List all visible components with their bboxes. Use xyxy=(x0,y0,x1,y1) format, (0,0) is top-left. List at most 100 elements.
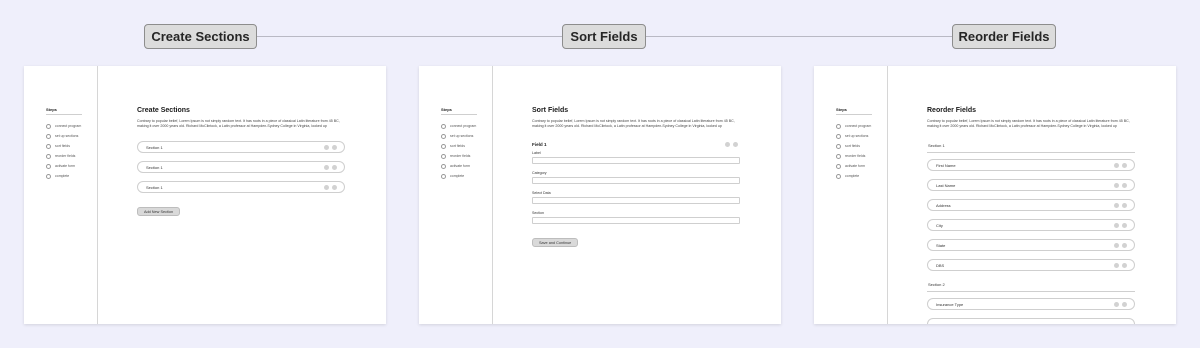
sidebar-steps: connect program set up sections sort fie… xyxy=(441,121,476,181)
delete-icon[interactable] xyxy=(733,141,738,147)
edit-icon[interactable] xyxy=(1114,222,1119,228)
edit-icon[interactable] xyxy=(324,164,329,170)
delete-icon[interactable] xyxy=(1122,222,1127,228)
section-heading: Section 1 xyxy=(928,143,945,148)
edit-icon[interactable] xyxy=(324,184,329,190)
sidebar-item-sort-fields[interactable]: sort fields xyxy=(46,141,81,151)
sidebar-item-activate-form[interactable]: activate form xyxy=(46,161,81,171)
step-radio-icon xyxy=(46,153,51,159)
section-divider xyxy=(927,152,1135,153)
label-input[interactable] xyxy=(532,157,740,164)
sidebar-item-reorder-fields[interactable]: reorder fields xyxy=(46,151,81,161)
delete-icon[interactable] xyxy=(1122,262,1127,268)
sidebar-divider xyxy=(441,114,477,115)
edit-icon[interactable] xyxy=(324,144,329,150)
edit-icon[interactable] xyxy=(1114,301,1119,307)
field-card-header: Field 1 xyxy=(532,140,740,148)
step-radio-icon xyxy=(836,163,841,169)
edit-icon[interactable] xyxy=(1114,262,1119,268)
edit-icon[interactable] xyxy=(1114,162,1119,168)
save-and-continue-button[interactable]: Save and Continue xyxy=(532,238,579,247)
page-description: Contrary to popular belief, Lorem Ipsum … xyxy=(927,119,1130,128)
field-row[interactable]: DBS xyxy=(927,259,1135,271)
sidebar-divider xyxy=(836,114,872,115)
sidebar-item-sort-fields[interactable]: sort fields xyxy=(441,141,476,151)
sidebar: Steps connect program set up sections so… xyxy=(814,66,888,324)
step-tag-create-sections[interactable]: Create Sections xyxy=(144,24,257,49)
step-tag-reorder-fields[interactable]: Reorder Fields xyxy=(952,24,1056,49)
step-tag-sort-fields[interactable]: Sort Fields xyxy=(562,24,646,49)
section-divider xyxy=(927,291,1135,292)
sidebar-title: Steps xyxy=(836,107,847,112)
delete-icon[interactable] xyxy=(1122,162,1127,168)
page-title: Reorder Fields xyxy=(927,107,977,114)
sidebar-item-reorder-fields[interactable]: reorder fields xyxy=(836,151,871,161)
sidebar: Steps connect program set up sections so… xyxy=(24,66,98,324)
sidebar-item-connect-program[interactable]: connect program xyxy=(836,121,871,131)
step-radio-icon xyxy=(441,173,446,179)
step-radio-icon xyxy=(46,173,51,179)
step-radio-icon xyxy=(46,143,51,149)
sidebar-item-set-up-sections[interactable]: set up sections xyxy=(441,131,476,141)
delete-icon[interactable] xyxy=(1122,301,1127,307)
delete-icon[interactable] xyxy=(332,144,337,150)
edit-icon[interactable] xyxy=(1114,202,1119,208)
sidebar-item-complete[interactable]: complete xyxy=(441,171,476,181)
sort-fields-screen: Steps connect program set up sections so… xyxy=(419,66,781,324)
sidebar-item-set-up-sections[interactable]: set up sections xyxy=(836,131,871,141)
delete-icon[interactable] xyxy=(1122,202,1127,208)
edit-icon[interactable] xyxy=(725,141,730,147)
page-description: Contrary to popular belief, Lorem Ipsum … xyxy=(137,119,340,128)
section-row[interactable]: Section 1 xyxy=(137,181,345,193)
step-radio-icon xyxy=(441,163,446,169)
section-row[interactable]: Section 1 xyxy=(137,141,345,153)
sidebar-item-reorder-fields[interactable]: reorder fields xyxy=(441,151,476,161)
reorder-fields-screen: Steps connect program set up sections so… xyxy=(814,66,1176,324)
category-input[interactable] xyxy=(532,177,740,184)
sidebar-steps: connect program set up sections sort fie… xyxy=(836,121,871,181)
sidebar-title: Steps xyxy=(46,107,57,112)
sidebar-item-set-up-sections[interactable]: set up sections xyxy=(46,131,81,141)
section-row[interactable]: Section 1 xyxy=(137,161,345,173)
field-row[interactable]: Last Name xyxy=(927,179,1135,191)
section-input[interactable] xyxy=(532,217,740,224)
sidebar-divider xyxy=(46,114,82,115)
sidebar-steps: connect program set up sections sort fie… xyxy=(46,121,81,181)
category-field-label: Category xyxy=(532,171,547,175)
delete-icon[interactable] xyxy=(1122,242,1127,248)
edit-icon[interactable] xyxy=(1114,242,1119,248)
step-radio-icon xyxy=(836,173,841,179)
field-row[interactable]: State xyxy=(927,239,1135,251)
page-title: Create Sections xyxy=(137,107,190,114)
sidebar: Steps connect program set up sections so… xyxy=(419,66,493,324)
step-radio-icon xyxy=(441,123,446,129)
select-data-input[interactable] xyxy=(532,197,740,204)
step-connector xyxy=(646,36,952,37)
add-section-button[interactable]: Add New Section xyxy=(137,207,181,216)
step-radio-icon xyxy=(836,153,841,159)
field-row[interactable]: Address xyxy=(927,199,1135,211)
sidebar-item-complete[interactable]: complete xyxy=(46,171,81,181)
field-row[interactable]: First Name xyxy=(927,159,1135,171)
field-row-partial[interactable] xyxy=(927,318,1135,324)
sidebar-item-activate-form[interactable]: activate form xyxy=(836,161,871,171)
sidebar-item-sort-fields[interactable]: sort fields xyxy=(836,141,871,151)
step-radio-icon xyxy=(441,153,446,159)
delete-icon[interactable] xyxy=(332,164,337,170)
delete-icon[interactable] xyxy=(332,184,337,190)
sidebar-item-connect-program[interactable]: connect program xyxy=(441,121,476,131)
step-radio-icon xyxy=(836,143,841,149)
sidebar-item-connect-program[interactable]: connect program xyxy=(46,121,81,131)
sidebar-title: Steps xyxy=(441,107,452,112)
page-description: Contrary to popular belief, Lorem Ipsum … xyxy=(532,119,735,128)
field-row[interactable]: City xyxy=(927,219,1135,231)
field-title: Field 1 xyxy=(532,141,547,147)
sidebar-item-activate-form[interactable]: activate form xyxy=(441,161,476,171)
sidebar-item-complete[interactable]: complete xyxy=(836,171,871,181)
edit-icon[interactable] xyxy=(1114,182,1119,188)
step-radio-icon xyxy=(46,163,51,169)
select-data-field-label: Select Data xyxy=(532,191,551,195)
delete-icon[interactable] xyxy=(1122,182,1127,188)
step-connector xyxy=(257,36,562,37)
field-row[interactable]: Insurance Type xyxy=(927,298,1135,310)
